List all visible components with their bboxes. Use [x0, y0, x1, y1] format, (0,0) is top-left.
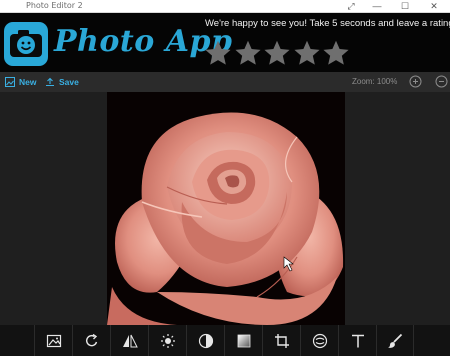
gradient-tool-button[interactable]: [224, 325, 262, 356]
upload-icon: [46, 77, 54, 87]
flip-icon: [122, 334, 138, 347]
gradient-icon: [237, 334, 250, 347]
zoom-in-icon[interactable]: [409, 75, 422, 88]
star-icon-5[interactable]: [322, 39, 350, 67]
rating-prompt: We're happy to see you! Take 5 seconds a…: [205, 18, 450, 29]
rating-stars: [204, 39, 350, 69]
star-icon-2[interactable]: [234, 39, 262, 67]
brush-icon: [388, 333, 403, 348]
minimize-button[interactable]: —: [364, 0, 390, 12]
maximize-button[interactable]: ☐: [392, 0, 418, 12]
star-icon-4[interactable]: [293, 39, 321, 67]
contrast-icon: [198, 333, 213, 348]
text-icon: [351, 334, 364, 347]
contrast-tool-button[interactable]: [186, 325, 224, 356]
crop-icon: [274, 333, 289, 348]
new-button[interactable]: New: [5, 75, 36, 89]
brightness-tool-button[interactable]: [148, 325, 186, 356]
tools-bar: [0, 325, 450, 356]
star-icon-1[interactable]: [204, 39, 232, 67]
star-icon-3[interactable]: [263, 39, 291, 67]
text-tool-button[interactable]: [338, 325, 376, 356]
focus-tool-button[interactable]: [300, 325, 338, 356]
editor-canvas[interactable]: [0, 92, 450, 325]
window-title: Photo Editor 2: [26, 1, 83, 10]
new-image-icon: [5, 77, 15, 87]
save-button[interactable]: Save: [45, 75, 79, 89]
image-icon: [46, 334, 61, 347]
brush-tool-button[interactable]: [376, 325, 414, 356]
rotate-icon: [85, 333, 97, 346]
save-label: Save: [59, 77, 79, 87]
zoom-out-icon[interactable]: [435, 75, 448, 88]
brightness-icon: [160, 333, 175, 348]
rotate-tool-button[interactable]: [72, 325, 110, 356]
header-banner: Photo App We're happy to see you! Take 5…: [0, 13, 450, 72]
camera-logo-icon: [4, 22, 48, 66]
new-label: New: [19, 77, 37, 87]
image-tool-button[interactable]: [34, 325, 72, 356]
flip-tool-button[interactable]: [110, 325, 148, 356]
rose-photo[interactable]: [107, 92, 345, 325]
toolbar: New Save Zoom: 100%: [0, 72, 450, 92]
title-bar: Photo Editor 2 ⤢ — ☐ ✕: [0, 0, 450, 13]
crop-tool-button[interactable]: [262, 325, 300, 356]
zoom-level: Zoom: 100%: [352, 77, 398, 86]
expand-icon[interactable]: ⤢: [338, 0, 364, 12]
close-button[interactable]: ✕: [421, 0, 447, 12]
focus-icon: [312, 333, 327, 348]
app-window: Photo Editor 2 ⤢ — ☐ ✕ Photo App We're h…: [0, 0, 450, 356]
